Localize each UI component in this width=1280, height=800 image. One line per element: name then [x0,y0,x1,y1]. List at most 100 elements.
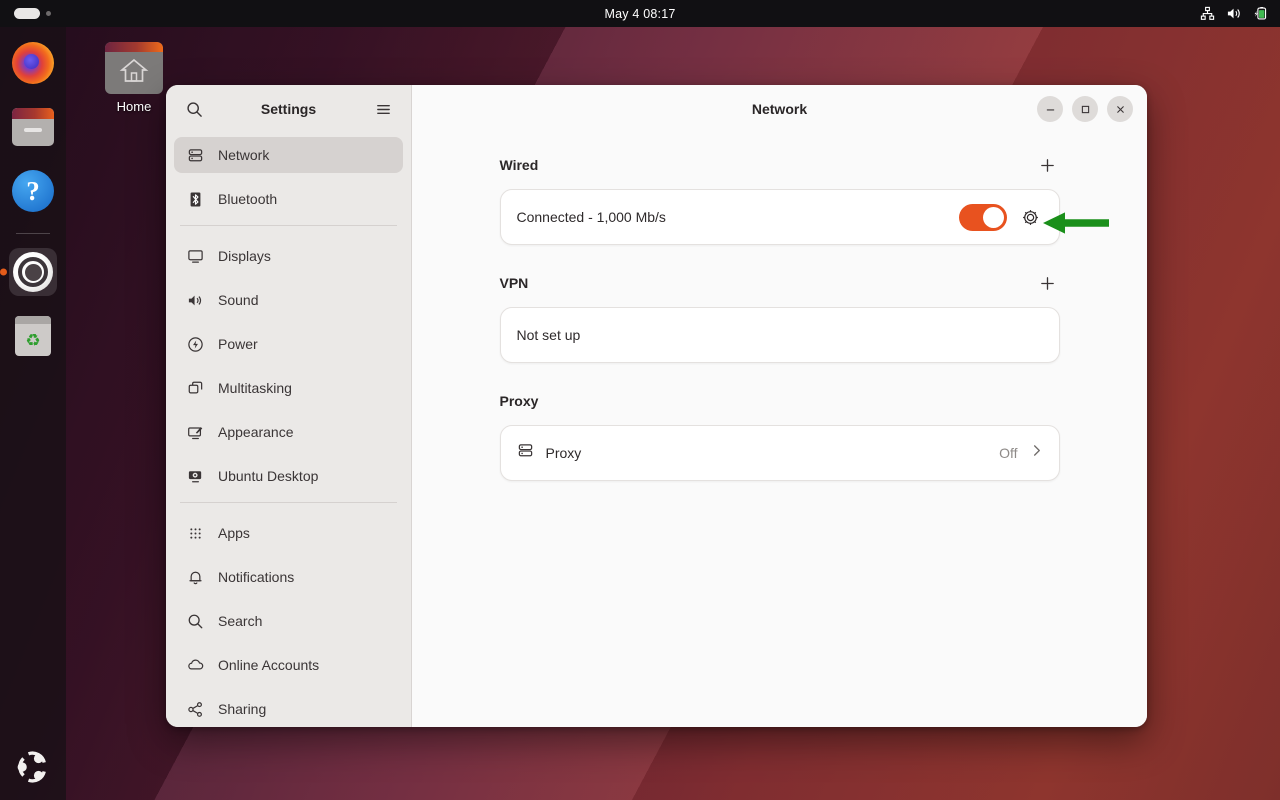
network-panel: Wired Connected - 1,000 Mb/s VPN Not set… [412,133,1147,727]
search-icon [186,612,204,630]
settings-gear-icon [13,252,53,292]
active-window-pill-icon [14,8,40,19]
dock-item-help[interactable]: ? [9,167,57,215]
proxy-section-header: Proxy [500,387,1060,415]
sidebar-header: Settings [166,85,411,133]
home-folder-icon [105,42,163,94]
ubuntu-desktop-icon [186,467,204,485]
apps-grid-icon [186,524,204,542]
sidebar-item-ubuntu-desktop[interactable]: Ubuntu Desktop [174,458,403,494]
network-icon [186,146,204,164]
proxy-row[interactable]: Proxy Off [501,426,1059,480]
sidebar-item-appearance[interactable]: Appearance [174,414,403,450]
wired-heading: Wired [499,157,539,173]
sidebar-item-label: Sound [218,292,259,308]
maximize-button[interactable] [1072,96,1098,122]
vpn-section: VPN Not set up [499,269,1060,363]
sidebar-item-label: Search [218,613,263,629]
sidebar-item-search[interactable]: Search [174,603,403,639]
wired-enable-toggle[interactable] [958,203,1007,231]
system-status-area[interactable] [1160,6,1280,21]
vpn-status-label: Not set up [516,327,581,343]
toggle-knob [982,206,1004,228]
chevron-right-icon [1030,443,1043,463]
window-list-indicator[interactable] [0,8,120,19]
add-vpn-button[interactable] [1036,271,1060,295]
sidebar-divider [180,225,397,226]
vpn-section-header: VPN [500,269,1060,297]
sidebar-item-sound[interactable]: Sound [174,282,403,318]
wired-settings-gear-button[interactable] [1019,205,1043,229]
search-icon[interactable] [180,95,208,123]
bell-icon [186,568,204,586]
vpn-status-row: Not set up [501,308,1059,362]
sidebar-item-label: Sharing [218,701,267,717]
wired-section-header: Wired [500,151,1060,179]
wired-section: Wired Connected - 1,000 Mb/s [499,151,1060,245]
dock-item-trash[interactable]: ♻ [9,312,57,360]
wired-connection-row: Connected - 1,000 Mb/s [501,190,1059,244]
settings-sidebar: Settings Network Bluetooth Displays Soun… [166,85,412,727]
bluetooth-icon [186,190,204,208]
cloud-icon [186,656,204,674]
proxy-section: Proxy Proxy Off [499,387,1060,481]
minimize-button[interactable] [1037,96,1063,122]
settings-window: Settings Network Bluetooth Displays Soun… [166,85,1147,727]
dock-divider [16,233,50,234]
vpn-card: Not set up [499,307,1060,363]
battery-charging-icon [1253,6,1268,21]
sidebar-divider [180,502,397,503]
proxy-card: Proxy Off [499,425,1060,481]
close-button[interactable] [1107,96,1133,122]
volume-icon [1226,6,1242,21]
add-wired-connection-button[interactable] [1036,153,1060,177]
trash-icon: ♻ [15,316,51,356]
proxy-row-label: Proxy [545,445,582,461]
firefox-icon [12,42,54,84]
sidebar-item-label: Multitasking [218,380,292,396]
sidebar-item-label: Appearance [218,424,294,440]
wired-status-label: Connected - 1,000 Mb/s [516,209,666,225]
sidebar-item-displays[interactable]: Displays [174,238,403,274]
desktop-icon-label: Home [116,99,152,114]
desktop-icon-home[interactable]: Home [98,42,170,114]
share-icon [186,700,204,718]
proxy-value: Off [999,445,1018,461]
sidebar-item-label: Apps [218,525,250,541]
sidebar-item-notifications[interactable]: Notifications [174,559,403,595]
proxy-heading: Proxy [499,393,539,409]
sidebar-list: Network Bluetooth Displays Sound Power M… [166,133,411,727]
hamburger-menu-icon[interactable] [369,95,397,123]
settings-content: Network Wired Connected - 1,000 Mb/s VPN… [412,85,1147,727]
top-bar: May 4 08:17 [0,0,1280,27]
sidebar-item-apps[interactable]: Apps [174,515,403,551]
power-icon [186,335,204,353]
appearance-icon [186,423,204,441]
ubuntu-logo-icon [14,748,52,786]
window-dot-icon [46,11,51,16]
dock: ? ♻ [0,27,66,800]
sidebar-item-label: Power [218,336,258,352]
sidebar-item-label: Network [218,147,270,163]
clock[interactable]: May 4 08:17 [120,7,1160,21]
sound-icon [186,291,204,309]
sidebar-item-label: Online Accounts [218,657,320,673]
files-icon [12,108,54,146]
proxy-icon [517,442,534,464]
sidebar-item-network[interactable]: Network [174,137,403,173]
sidebar-item-multitasking[interactable]: Multitasking [174,370,403,406]
sidebar-title: Settings [260,101,317,117]
sidebar-item-label: Notifications [218,569,295,585]
multitasking-icon [186,379,204,397]
dock-item-firefox[interactable] [9,39,57,87]
sidebar-item-label: Displays [218,248,271,264]
sidebar-item-online-accounts[interactable]: Online Accounts [174,647,403,683]
dock-item-settings[interactable] [9,248,57,296]
show-applications-button[interactable] [0,748,66,786]
vpn-heading: VPN [499,275,529,291]
sidebar-item-bluetooth[interactable]: Bluetooth [174,181,403,217]
sidebar-item-power[interactable]: Power [174,326,403,362]
sidebar-item-sharing[interactable]: Sharing [174,691,403,727]
dock-item-files[interactable] [9,103,57,151]
sidebar-item-label: Ubuntu Desktop [218,468,319,484]
